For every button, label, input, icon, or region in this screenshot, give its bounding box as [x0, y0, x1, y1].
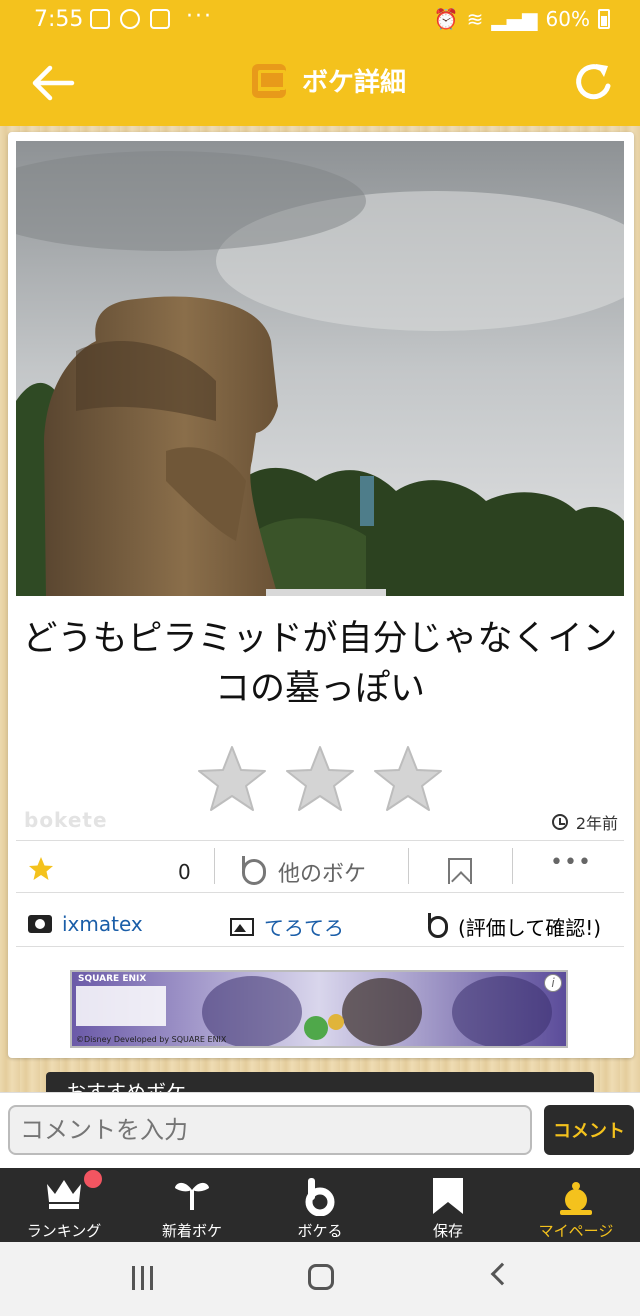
status-bar: 7:55 ··· ⏰ ≋ ▂▄▆ 60%: [0, 0, 640, 40]
rating-stars: [196, 744, 444, 814]
tab-label: ランキング: [26, 1222, 102, 1240]
battery-icon: [598, 9, 610, 29]
divider: [16, 840, 624, 841]
other-boke-button[interactable]: 他のボケ: [242, 856, 366, 888]
bokete-b-icon: [242, 856, 266, 885]
bottom-tab-bar: ランキング 新着ボケ ボケる 保存 マイページ: [0, 1168, 640, 1242]
more-options-icon[interactable]: •••: [550, 850, 592, 875]
ad-banner[interactable]: SQUARE ENIX ©Disney Developed by SQUARE …: [70, 970, 568, 1048]
comment-input[interactable]: [8, 1105, 532, 1155]
divider: [214, 848, 215, 884]
bookmark-icon[interactable]: [448, 858, 472, 884]
more-notifications-icon: ···: [186, 4, 213, 29]
screen-icon: [252, 63, 286, 98]
line-notification-icon: [120, 9, 140, 29]
bokete-b-icon: [428, 912, 448, 938]
favorite-star-icon[interactable]: [28, 856, 54, 881]
posted-time: 2年前: [551, 810, 618, 834]
comment-bar: コメント: [0, 1092, 640, 1168]
bokete-watermark: bokete: [24, 808, 108, 832]
camera-icon: [28, 915, 52, 933]
system-nav-bar: [0, 1242, 640, 1316]
clock-icon: [551, 814, 568, 830]
image-icon: [230, 917, 254, 936]
ad-credit: ©Disney Developed by SQUARE ENIX: [76, 1035, 227, 1044]
tab-saved[interactable]: 保存: [384, 1168, 512, 1242]
status-right: ⏰ ≋ ▂▄▆ 60%: [434, 7, 610, 31]
bookmark-icon: [433, 1178, 463, 1214]
status-time: 7:55: [34, 7, 84, 32]
gallery-notification-icon: [90, 9, 110, 29]
divider: [16, 892, 624, 893]
battery-percent: 60%: [545, 7, 590, 31]
tab-label: ボケる: [297, 1222, 343, 1240]
evaluate-hint-text: (評価して確認!): [458, 916, 602, 940]
tab-label: 保存: [432, 1222, 463, 1240]
home-icon[interactable]: [308, 1264, 334, 1290]
rate-star-3-icon[interactable]: [372, 744, 444, 814]
action-row: 0 他のボケ •••: [16, 842, 624, 892]
tab-my-page[interactable]: マイページ: [512, 1168, 640, 1242]
rate-star-2-icon[interactable]: [284, 744, 356, 814]
app-header: ボケ詳細: [0, 40, 640, 126]
other-boke-label: 他のボケ: [278, 862, 367, 887]
divider: [408, 848, 409, 884]
crown-icon: [47, 1180, 81, 1209]
favorite-count: 0: [178, 860, 191, 884]
signal-icon: ▂▄▆: [491, 7, 538, 31]
recent-apps-icon[interactable]: [130, 1266, 156, 1290]
alarm-icon: ⏰: [433, 7, 459, 31]
credits-row: ixmatex てろてろ (評価して確認!): [16, 904, 624, 946]
divider: [512, 848, 513, 884]
tab-ranking[interactable]: ランキング: [0, 1168, 128, 1242]
evaluate-hint: (評価して確認!): [428, 912, 601, 941]
notification-icons: [90, 9, 170, 29]
ad-brand: SQUARE ENIX: [78, 974, 147, 984]
header-title-group: ボケ詳細: [252, 62, 406, 99]
tab-label: 新着ボケ: [161, 1222, 222, 1240]
comment-submit-button[interactable]: コメント: [544, 1105, 634, 1155]
back-icon[interactable]: [490, 1262, 514, 1286]
wifi-icon: ≋: [466, 7, 484, 31]
divider: [16, 946, 624, 947]
tab-label: マイページ: [538, 1222, 614, 1240]
app-notification-icon: [150, 9, 170, 29]
title-author-name[interactable]: てろてろ: [264, 912, 344, 941]
title-author-link[interactable]: てろてろ: [230, 912, 344, 941]
boke-caption: どうもピラミッドが自分じゃなくインコの墓っぽい: [22, 619, 618, 709]
arrow-left-icon[interactable]: [28, 58, 78, 108]
refresh-icon[interactable]: [570, 58, 618, 106]
bokete-b-icon: [305, 1178, 335, 1216]
page-title: ボケ詳細: [302, 68, 407, 98]
photographer-name[interactable]: ixmatex: [62, 912, 143, 936]
tab-boke-ru[interactable]: ボケる: [256, 1168, 384, 1242]
ad-info-icon[interactable]: i: [544, 974, 562, 992]
notification-badge: [84, 1170, 102, 1188]
user-icon: [560, 1182, 592, 1215]
rate-star-1-icon[interactable]: [196, 744, 268, 814]
boke-photo[interactable]: [16, 141, 624, 596]
posted-ago-label: 2年前: [575, 814, 618, 833]
sprout-icon: [175, 1182, 209, 1210]
photographer-link[interactable]: ixmatex: [28, 912, 143, 936]
tab-new-boke[interactable]: 新着ボケ: [128, 1168, 256, 1242]
